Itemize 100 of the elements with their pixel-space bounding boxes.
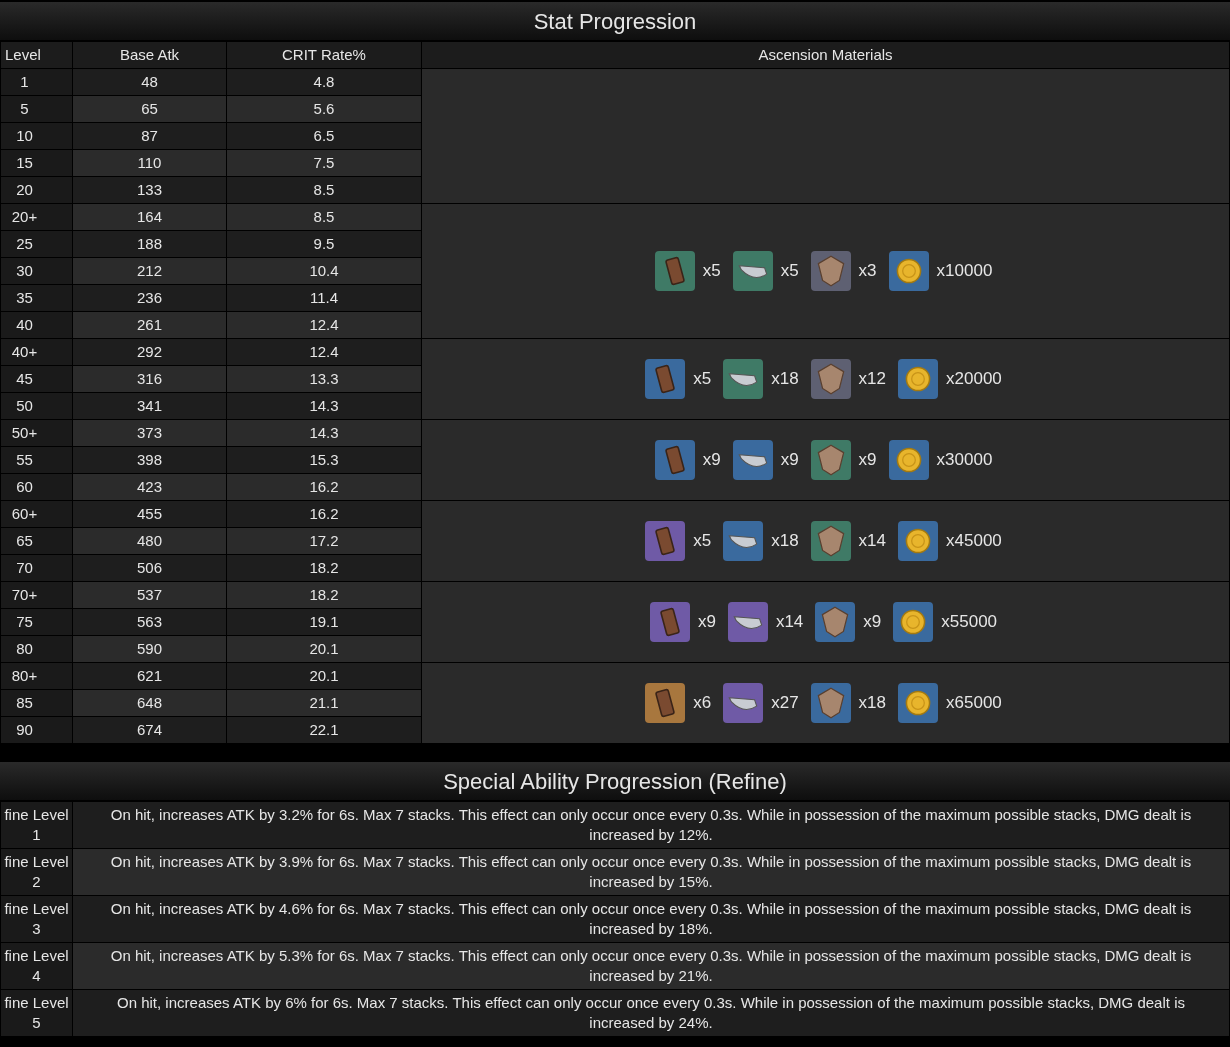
table-cell: 236: [72, 284, 227, 312]
column-header: Level: [0, 41, 73, 69]
table-cell: 16.2: [226, 500, 422, 528]
table-cell: 8.5: [226, 203, 422, 231]
table-cell: 65: [0, 527, 73, 555]
table-cell: 60: [0, 473, 73, 501]
section-header: Stat Progression: [0, 2, 1230, 40]
table-cell: 133: [72, 176, 227, 204]
table-cell: 80: [0, 635, 73, 663]
table-cell: 506: [72, 554, 227, 582]
table-cell: 4.8: [226, 68, 422, 96]
material-count: x5: [780, 260, 799, 283]
table-cell: 8.5: [226, 176, 422, 204]
material-count: x5: [702, 260, 721, 283]
material-count: x65000: [946, 692, 1002, 715]
table-cell: 674: [72, 716, 227, 744]
table-cell: 621: [72, 662, 227, 690]
section-header: Special Ability Progression (Refine): [0, 762, 1230, 800]
table-cell: 50+: [0, 419, 73, 447]
table-cell: 20.1: [226, 635, 422, 663]
table-cell: 480: [72, 527, 227, 555]
table-cell: 10: [0, 122, 73, 150]
table-cell: 75: [0, 608, 73, 636]
table-cell: 22.1: [226, 716, 422, 744]
material-count: x14: [858, 530, 886, 553]
table-cell: 15: [0, 149, 73, 177]
table-cell: 563: [72, 608, 227, 636]
material-count: x3: [858, 260, 877, 283]
table-cell: 5.6: [226, 95, 422, 123]
table-cell: 18.2: [226, 581, 422, 609]
table-cell: 40: [0, 311, 73, 339]
table-cell: 65: [72, 95, 227, 123]
table-cell: 16.2: [226, 473, 422, 501]
table-cell: On hit, increases ATK by 3.9% for 6s. Max 7 stacks. This effect can only occur once every 0.3s. While in possession of the maximum possible stacks, DMG dealt is increased by 15%.: [72, 848, 1230, 896]
material-count: x45000: [946, 530, 1002, 553]
material-count: x18: [771, 530, 799, 553]
table-cell: 6.5: [226, 122, 422, 150]
material-count: x14: [775, 611, 804, 634]
table-cell: 90: [0, 716, 73, 744]
table-cell: 7.5: [226, 149, 422, 177]
table-cell: 80+: [0, 662, 73, 690]
table-cell: 25: [0, 230, 73, 258]
table-cell: 14.3: [226, 392, 422, 420]
table-cell: 10.4: [226, 257, 422, 285]
table-cell: 35: [0, 284, 73, 312]
material-count: x27: [771, 692, 799, 715]
material-count: x5: [693, 368, 712, 391]
table-cell: 423: [72, 473, 227, 501]
table-cell: 590: [72, 635, 227, 663]
material-count: x18: [858, 692, 886, 715]
table-cell: On hit, increases ATK by 4.6% for 6s. Max 7 stacks. This effect can only occur once every 0.3s. While in possession of the maximum possible stacks, DMG dealt is increased by 18%.: [72, 895, 1230, 943]
table-cell: 14.3: [226, 419, 422, 447]
table-cell: 398: [72, 446, 227, 474]
table-cell: 70: [0, 554, 73, 582]
table-cell: 48: [72, 68, 227, 96]
table-cell: On hit, increases ATK by 3.2% for 6s. Max 7 stacks. This effect can only occur once every 0.3s. While in possession of the maximum possible stacks, DMG dealt is increased by 12%.: [72, 801, 1230, 849]
table-cell: 292: [72, 338, 227, 366]
column-header: Ascension Materials: [421, 41, 1230, 69]
table-cell: On hit, increases ATK by 5.3% for 6s. Max 7 stacks. This effect can only occur once every 0.3s. While in possession of the maximum possible stacks, DMG dealt is increased by 21%.: [72, 942, 1230, 990]
table-cell: 12.4: [226, 338, 422, 366]
table-cell: 18.2: [226, 554, 422, 582]
material-count: x55000: [941, 611, 998, 634]
column-header: Base Atk: [72, 41, 227, 69]
material-count: x9: [863, 611, 882, 634]
table-cell: 17.2: [226, 527, 422, 555]
table-cell: 30: [0, 257, 73, 285]
table-cell: 70+: [0, 581, 73, 609]
material-count: x9: [702, 449, 721, 472]
table-cell: 45: [0, 365, 73, 393]
table-cell: 13.3: [226, 365, 422, 393]
table-cell: 20.1: [226, 662, 422, 690]
table-cell: 316: [72, 365, 227, 393]
table-cell: fine Level 4: [0, 942, 73, 990]
material-count: x5: [693, 530, 712, 553]
table-cell: 212: [72, 257, 227, 285]
table-cell: 20: [0, 176, 73, 204]
table-cell: 455: [72, 500, 227, 528]
table-cell: fine Level 1: [0, 801, 73, 849]
material-count: x30000: [936, 449, 993, 472]
table-cell: 12.4: [226, 311, 422, 339]
table-cell: 60+: [0, 500, 73, 528]
table-cell: 21.1: [226, 689, 422, 717]
table-cell: 110: [72, 149, 227, 177]
table-cell: 261: [72, 311, 227, 339]
table-cell: 19.1: [226, 608, 422, 636]
table-cell: 11.4: [226, 284, 422, 312]
material-count: x9: [858, 449, 877, 472]
table-cell: 15.3: [226, 446, 422, 474]
table-cell: fine Level 2: [0, 848, 73, 896]
material-count: x6: [693, 692, 712, 715]
column-header: CRIT Rate%: [226, 41, 422, 69]
table-cell: 648: [72, 689, 227, 717]
material-count: x10000: [936, 260, 993, 283]
table-cell: 50: [0, 392, 73, 420]
table-cell: fine Level 5: [0, 989, 73, 1037]
table-cell: 373: [72, 419, 227, 447]
table-cell: On hit, increases ATK by 6% for 6s. Max 7 stacks. This effect can only occur once every 0.3s. While in possession of the maximum possible stacks, DMG dealt is increased by 24%.: [72, 989, 1230, 1037]
material-count: x9: [780, 449, 799, 472]
table-cell: 85: [0, 689, 73, 717]
table-cell: 87: [72, 122, 227, 150]
